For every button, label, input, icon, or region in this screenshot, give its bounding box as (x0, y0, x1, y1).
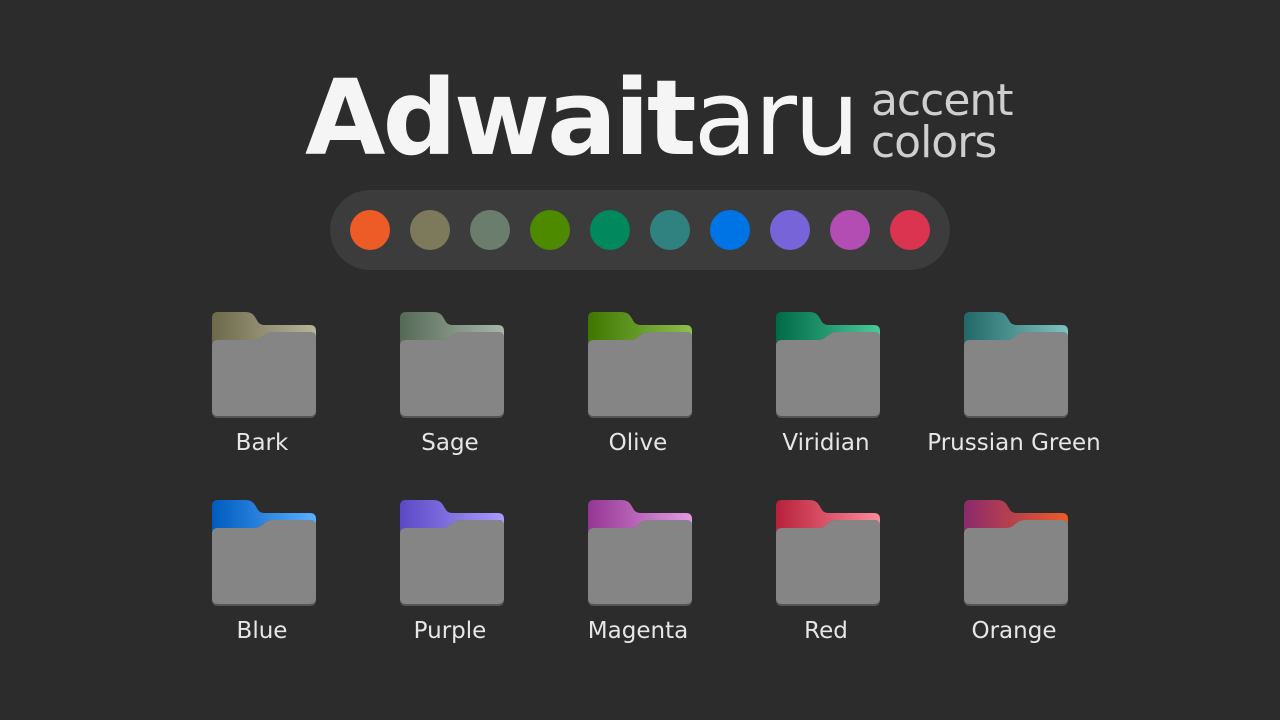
bark-swatch[interactable] (410, 210, 450, 250)
title: Adwait aru accent colors (305, 57, 1014, 179)
folder-icon (212, 500, 316, 606)
folder-label: Orange (971, 618, 1057, 644)
folder-icon (588, 500, 692, 606)
folder-front (400, 332, 504, 416)
folder-label: Bark (235, 430, 289, 456)
olive-swatch[interactable] (530, 210, 570, 250)
color-palette (330, 190, 950, 270)
folder-item[interactable]: Prussian Green (920, 312, 1108, 472)
folder-label: Sage (421, 430, 479, 456)
folder-label: Red (804, 618, 848, 644)
folder-icon (400, 312, 504, 418)
folder-item[interactable]: Sage (356, 312, 544, 472)
folder-label: Olive (608, 430, 668, 456)
folder-item[interactable]: Magenta (544, 500, 732, 660)
folder-label: Purple (413, 618, 487, 644)
title-light-text: aru (693, 57, 860, 179)
orange-swatch[interactable] (350, 210, 390, 250)
folder-icon (964, 312, 1068, 418)
folder-front (964, 520, 1068, 604)
blue-swatch[interactable] (710, 210, 750, 250)
magenta-swatch[interactable] (830, 210, 870, 250)
folder-label: Prussian Green (927, 430, 1101, 456)
folder-icon (776, 500, 880, 606)
folder-item[interactable]: Orange (920, 500, 1108, 660)
folder-label: Viridian (782, 430, 870, 456)
purple-swatch[interactable] (770, 210, 810, 250)
folder-item[interactable]: Red (732, 500, 920, 660)
folder-icon (964, 500, 1068, 606)
folder-front (964, 332, 1068, 416)
subtitle-line-1: accent (870, 75, 1014, 127)
folder-item[interactable]: Purple (356, 500, 544, 660)
folder-front (400, 520, 504, 604)
folder-item[interactable]: Blue (168, 500, 356, 660)
folder-icon (776, 312, 880, 418)
title-bold-text: Adwait (305, 57, 697, 179)
folder-icon (400, 500, 504, 606)
viridian-swatch[interactable] (590, 210, 630, 250)
folder-front (212, 520, 316, 604)
sage-swatch[interactable] (470, 210, 510, 250)
folder-item[interactable]: Olive (544, 312, 732, 472)
folder-front (212, 332, 316, 416)
folder-front (776, 332, 880, 416)
folder-icon (588, 312, 692, 418)
subtitle-line-2: colors (870, 117, 997, 169)
prussian-green-swatch[interactable] (650, 210, 690, 250)
folder-label: Blue (236, 618, 288, 644)
subtitle: accent colors (870, 75, 1014, 169)
page: Adwait aru accent colors Bark Sage Olive Vi… (0, 0, 1280, 720)
folder-label: Magenta (587, 618, 689, 644)
folder-front (776, 520, 880, 604)
folder-item[interactable]: Viridian (732, 312, 920, 472)
red-swatch[interactable] (890, 210, 930, 250)
folder-front (588, 332, 692, 416)
folder-front (588, 520, 692, 604)
folder-item[interactable]: Bark (168, 312, 356, 472)
folder-icon (212, 312, 316, 418)
